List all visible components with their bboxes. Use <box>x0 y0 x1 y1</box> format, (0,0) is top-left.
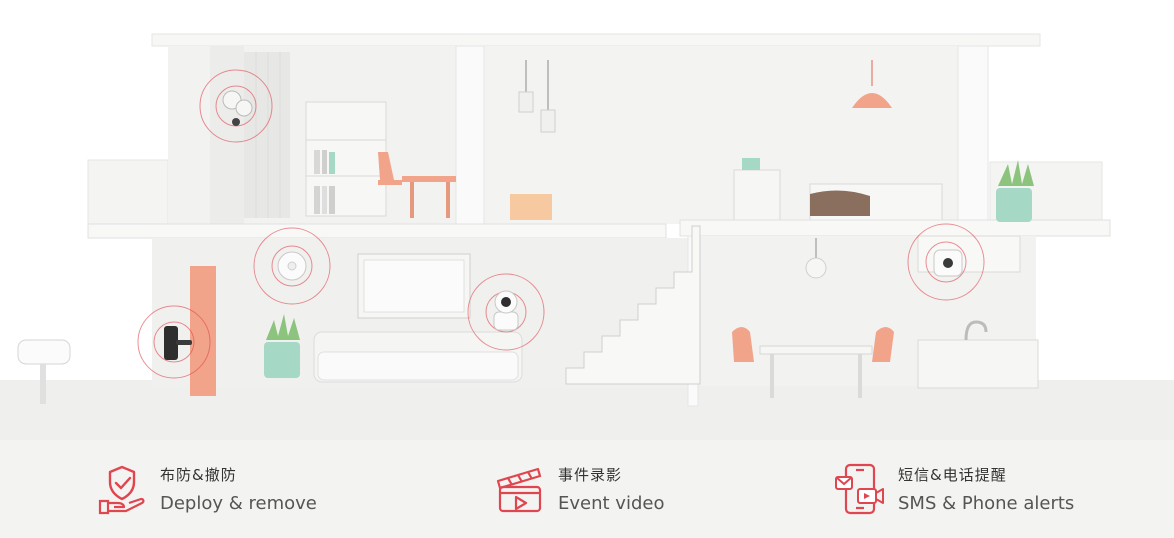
shield-hand-icon <box>98 465 145 515</box>
ground <box>0 380 1174 440</box>
feature-event-video-en: Event video <box>558 493 665 514</box>
bookshelf <box>305 101 387 217</box>
clapperboard-icon <box>496 467 542 513</box>
feature-deploy-cn: 布防&撤防 <box>160 466 237 484</box>
phone-alert-icon <box>835 463 884 515</box>
feature-event-video: 事件录影 Event video <box>492 440 664 538</box>
sofa <box>313 331 523 383</box>
feature-deploy-en: Deploy & remove <box>160 493 317 514</box>
feature-event-video-cn: 事件录影 <box>558 466 623 484</box>
wall-camera-icon <box>933 249 963 277</box>
feature-deploy: 布防&撤防 Deploy & remove <box>94 440 317 538</box>
tv <box>357 253 471 319</box>
smoke-detector-icon <box>277 251 307 281</box>
house-illustration <box>0 0 1174 440</box>
feature-sms-phone-en: SMS & Phone alerts <box>898 493 1075 514</box>
feature-bar: 布防&撤防 Deploy & remove 事件录影 Event video 短… <box>0 440 1174 538</box>
feature-sms-phone-cn: 短信&电话提醒 <box>898 466 1007 484</box>
front-door <box>190 266 216 396</box>
curtain <box>244 52 290 218</box>
feature-sms-phone: 短信&电话提醒 SMS & Phone alerts <box>832 440 1074 538</box>
